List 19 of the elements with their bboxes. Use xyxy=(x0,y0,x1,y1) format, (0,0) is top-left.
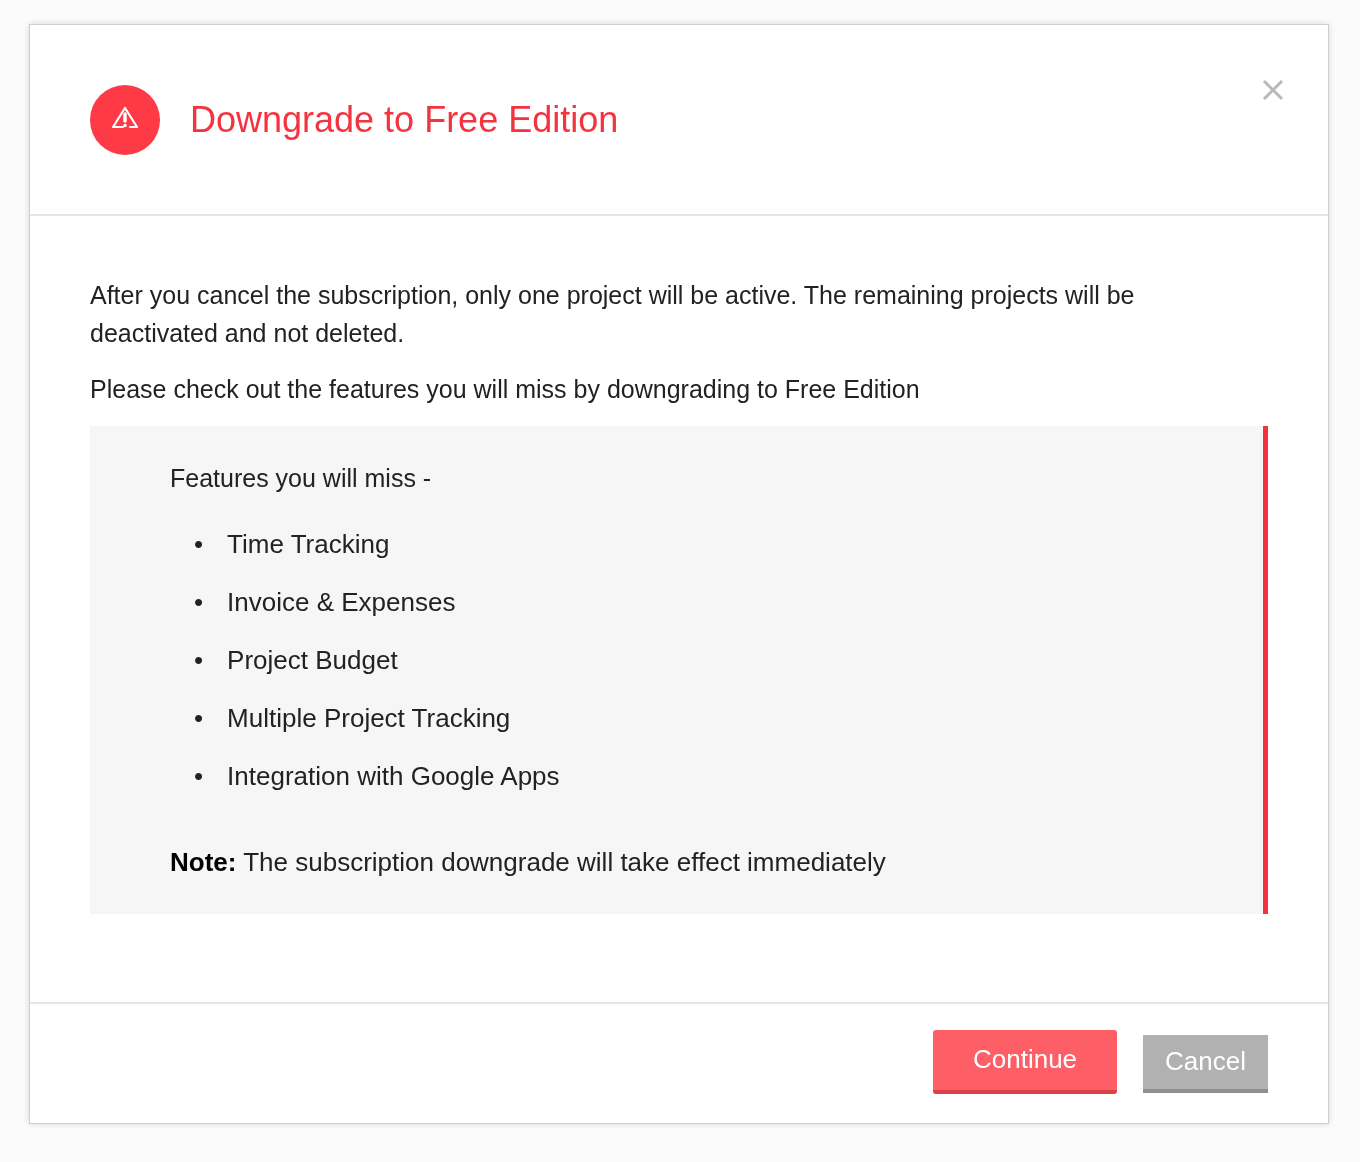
features-heading: Features you will miss - xyxy=(170,464,433,493)
message-text: After you cancel the subscription, only one project will be active. The remaining projects will be deactivated and not deleted. xyxy=(90,280,1136,349)
bullet: • xyxy=(194,644,204,677)
feature-item: Integration with Google Apps xyxy=(227,760,560,793)
bullet: • xyxy=(194,586,204,619)
note-text: Note: The subscription downgrade will take effect immediately xyxy=(170,847,887,878)
close-icon[interactable] xyxy=(1262,79,1284,101)
bullet: • xyxy=(194,760,204,793)
warning-icon xyxy=(90,84,160,155)
dialog-title: Downgrade to Free Edition xyxy=(190,98,619,141)
feature-item: Multiple Project Tracking xyxy=(227,702,511,735)
bullet: • xyxy=(194,702,204,735)
bullet: • xyxy=(194,528,204,561)
feature-item: Time Tracking xyxy=(227,528,390,561)
message-text: Please check out the features you will miss by downgrading to Free Edition xyxy=(90,374,921,405)
continue-button[interactable]: Continue xyxy=(933,1029,1118,1094)
cancel-button[interactable]: Cancel xyxy=(1143,1034,1268,1093)
feature-item: Project Budget xyxy=(227,644,398,677)
feature-item: Invoice & Expenses xyxy=(227,586,456,619)
